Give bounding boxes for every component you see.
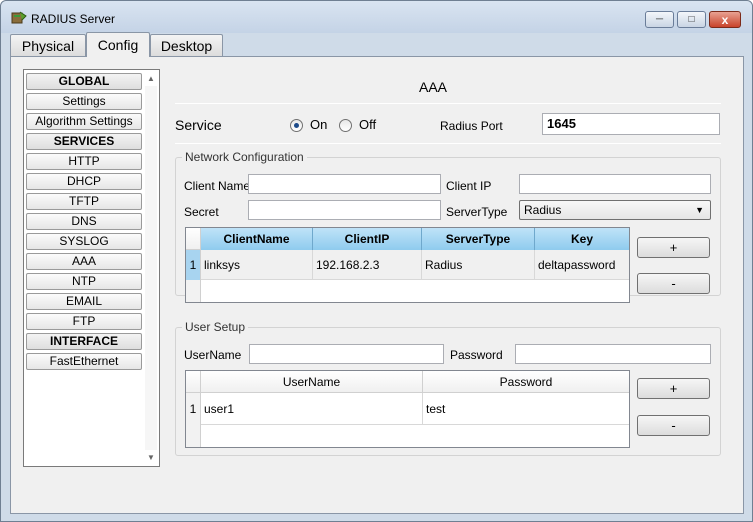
scroll-down-arrow-icon[interactable]: ▼: [145, 452, 157, 464]
sidebar-item-fastethernet[interactable]: FastEthernet: [26, 353, 142, 370]
sidebar-item-syslog[interactable]: SYSLOG: [26, 233, 142, 250]
column-header-clientip[interactable]: ClientIP: [313, 228, 422, 250]
sidebar-item-settings[interactable]: Settings: [26, 93, 142, 110]
sidebar-header-interface: INTERFACE: [26, 333, 142, 350]
column-header-servertype[interactable]: ServerType: [422, 228, 535, 250]
table-cell-servertype[interactable]: Radius: [422, 250, 535, 280]
client-name-input[interactable]: [248, 174, 441, 194]
config-panel: GLOBAL Settings Algorithm Settings SERVI…: [10, 56, 744, 514]
service-off-label: Off: [359, 117, 377, 132]
server-type-select[interactable]: Radius ▼: [519, 200, 711, 220]
table-cell-clientip[interactable]: 192.168.2.3: [313, 250, 422, 280]
sidebar-item-aaa[interactable]: AAA: [26, 253, 142, 270]
service-off-radio[interactable]: [339, 119, 352, 132]
username-label: UserName: [184, 348, 242, 362]
table-corner: [186, 371, 201, 393]
sidebar-item-ftp[interactable]: FTP: [26, 313, 142, 330]
column-header-key[interactable]: Key: [535, 228, 629, 250]
secret-input[interactable]: [248, 200, 441, 220]
add-client-button[interactable]: +: [637, 237, 710, 258]
service-on-label: On: [310, 117, 328, 132]
title-divider: [175, 103, 721, 104]
sidebar-header-services: SERVICES: [26, 133, 142, 150]
sidebar-item-dns[interactable]: DNS: [26, 213, 142, 230]
page-title: AAA: [419, 79, 448, 95]
minimize-button[interactable]: ─: [645, 11, 674, 28]
secret-label: Secret: [184, 205, 219, 219]
service-label: Service: [175, 117, 222, 133]
table-cell-clientname[interactable]: linksys: [201, 250, 313, 280]
password-label: Password: [450, 348, 503, 362]
client-ip-label: Client IP: [446, 179, 492, 193]
service-on-radio[interactable]: [290, 119, 303, 132]
row-number[interactable]: 1: [186, 393, 201, 425]
sidebar-item-http[interactable]: HTTP: [26, 153, 142, 170]
column-header-clientname[interactable]: ClientName: [201, 228, 313, 250]
remove-client-button[interactable]: -: [637, 273, 710, 294]
sidebar-item-dhcp[interactable]: DHCP: [26, 173, 142, 190]
server-type-value: Radius: [524, 203, 562, 217]
close-button[interactable]: x: [709, 11, 741, 28]
row-number[interactable]: 1: [186, 250, 201, 280]
sidebar-item-tftp[interactable]: TFTP: [26, 193, 142, 210]
remove-user-button[interactable]: -: [637, 415, 710, 436]
table-cell-username[interactable]: user1: [201, 393, 423, 425]
username-input[interactable]: [249, 344, 444, 364]
radius-port-input[interactable]: 1645: [542, 113, 720, 135]
user-table: UserName Password 1 user1 test: [185, 370, 630, 448]
dropdown-arrow-icon: ▼: [695, 205, 704, 215]
service-divider: [175, 143, 721, 144]
sidebar-item-algorithm-settings[interactable]: Algorithm Settings: [26, 113, 142, 130]
add-user-button[interactable]: +: [637, 378, 710, 399]
scroll-up-arrow-icon[interactable]: ▲: [145, 73, 157, 85]
server-type-label: ServerType: [446, 205, 508, 219]
column-header-password[interactable]: Password: [423, 371, 629, 393]
client-ip-input[interactable]: [519, 174, 711, 194]
sidebar-item-email[interactable]: EMAIL: [26, 293, 142, 310]
title-bar: RADIUS Server ─ □ x: [1, 1, 752, 33]
window-title: RADIUS Server: [31, 12, 116, 26]
sidebar: GLOBAL Settings Algorithm Settings SERVI…: [23, 69, 160, 467]
user-setup-legend: User Setup: [185, 320, 246, 334]
network-configuration-legend: Network Configuration: [185, 150, 304, 164]
sidebar-item-ntp[interactable]: NTP: [26, 273, 142, 290]
tab-config[interactable]: Config: [86, 32, 150, 57]
password-input[interactable]: [515, 344, 711, 364]
sidebar-header-global: GLOBAL: [26, 73, 142, 90]
sidebar-scrollbar[interactable]: [145, 86, 157, 450]
table-cell-password[interactable]: test: [423, 393, 629, 425]
table-corner: [186, 228, 201, 250]
radius-port-label: Radius Port: [440, 119, 503, 133]
tab-physical[interactable]: Physical: [10, 34, 86, 56]
server-icon: [11, 11, 27, 24]
client-name-label: Client Name: [184, 179, 251, 193]
row-number-empty: [186, 280, 201, 302]
tab-desktop[interactable]: Desktop: [150, 34, 223, 56]
column-header-username[interactable]: UserName: [201, 371, 423, 393]
client-table: ClientName ClientIP ServerType Key 1 lin…: [185, 227, 630, 303]
app-window: RADIUS Server ─ □ x Physical Config Desk…: [0, 0, 753, 522]
table-cell-key[interactable]: deltapassword: [535, 250, 629, 280]
row-number-empty: [186, 425, 201, 447]
radio-selected-icon: [294, 123, 299, 128]
maximize-button[interactable]: □: [677, 11, 706, 28]
